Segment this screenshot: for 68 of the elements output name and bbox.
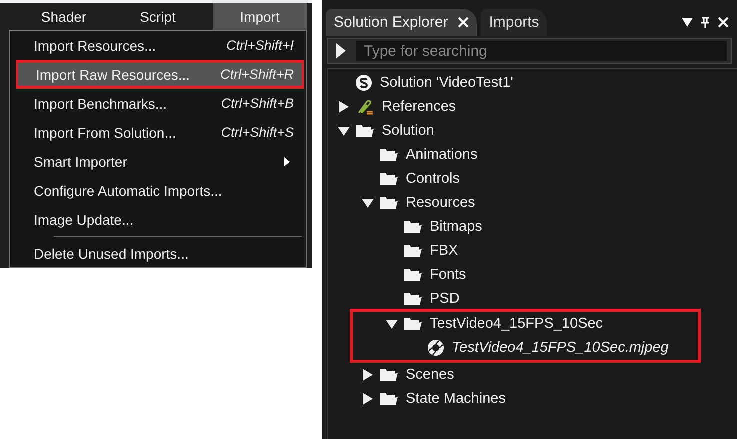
tree-item-label: PSD bbox=[430, 291, 460, 307]
tree-item-label: Controls bbox=[406, 171, 460, 187]
close-icon[interactable] bbox=[718, 16, 729, 28]
folder-icon bbox=[380, 392, 398, 406]
menu-item[interactable]: Image Update... bbox=[14, 208, 302, 231]
dropdown-icon[interactable] bbox=[682, 18, 693, 26]
search-field[interactable]: Type for searching bbox=[356, 41, 727, 61]
tree-item[interactable]: Controls bbox=[328, 167, 737, 191]
tree-item-label: Animations bbox=[406, 147, 478, 163]
folder-icon bbox=[404, 220, 422, 234]
tree-item[interactable]: FBX bbox=[328, 239, 737, 263]
pin-icon[interactable] bbox=[701, 16, 710, 28]
tree-item-label: Solution bbox=[382, 123, 434, 139]
menu-item[interactable]: Configure Automatic Imports... bbox=[14, 179, 302, 202]
menu-item[interactable]: Import Benchmarks... Ctrl+Shift+B bbox=[14, 92, 302, 115]
folder-icon bbox=[380, 172, 398, 186]
panel-tab[interactable]: Imports bbox=[481, 9, 548, 36]
tree-item-label: TestVideo4_15FPS_10Sec.mjpeg bbox=[452, 340, 669, 356]
tree-item[interactable]: Resources bbox=[328, 191, 737, 215]
paperclip-icon bbox=[356, 98, 374, 116]
tree-item[interactable]: Scenes bbox=[328, 363, 737, 387]
tree-item[interactable]: Fonts bbox=[328, 263, 737, 287]
folder-icon bbox=[404, 244, 422, 258]
tree-item[interactable]: State Machines bbox=[328, 387, 737, 411]
folder-icon bbox=[380, 196, 398, 210]
aperture-icon bbox=[428, 340, 444, 356]
menu-bar-item[interactable]: Script bbox=[111, 3, 205, 30]
tree-item[interactable]: Animations bbox=[328, 143, 737, 167]
tree-item[interactable]: Solution 'VideoTest1' bbox=[328, 71, 737, 95]
folder-icon bbox=[404, 292, 422, 306]
close-icon[interactable] bbox=[458, 17, 470, 28]
tree-item[interactable]: TestVideo4_15FPS_10Sec.mjpeg bbox=[328, 336, 698, 360]
expander-icon[interactable] bbox=[362, 197, 374, 209]
expander-icon[interactable] bbox=[386, 318, 398, 330]
tree-item-label: References bbox=[382, 99, 456, 115]
tree-item-label: State Machines bbox=[406, 391, 506, 407]
tree-item[interactable]: PSD bbox=[328, 287, 737, 311]
folder-icon bbox=[356, 124, 374, 138]
s-circle-icon bbox=[356, 75, 372, 91]
tree-item-label: Solution 'VideoTest1' bbox=[380, 75, 514, 91]
tree-item-label: TestVideo4_15FPS_10Sec bbox=[430, 316, 604, 332]
tree-item[interactable]: Solution bbox=[328, 119, 737, 143]
expander-icon[interactable] bbox=[362, 369, 374, 381]
tree-item[interactable]: References bbox=[328, 95, 737, 119]
tree-item-label: Resources bbox=[406, 195, 476, 211]
tree-item-label: Bitmaps bbox=[430, 219, 482, 235]
expander-icon[interactable] bbox=[338, 101, 350, 113]
expand-arrow-icon[interactable] bbox=[336, 43, 346, 59]
tree-item[interactable]: Bitmaps bbox=[328, 215, 737, 239]
panel-tab[interactable]: Solution Explorer bbox=[326, 9, 478, 36]
menu-item[interactable]: Smart Importer bbox=[14, 150, 302, 173]
menu-item[interactable]: Delete Unused Imports... bbox=[14, 242, 302, 265]
menu-item[interactable]: Import From Solution... Ctrl+Shift+S bbox=[14, 121, 302, 144]
folder-icon bbox=[404, 317, 422, 331]
expander-icon[interactable] bbox=[338, 125, 350, 137]
menu-item[interactable]: Import Resources... Ctrl+Shift+I bbox=[14, 34, 302, 57]
tree-item-label: Fonts bbox=[430, 267, 466, 283]
submenu-arrow-icon bbox=[284, 156, 290, 166]
folder-icon bbox=[380, 148, 398, 162]
tree-item-label: Scenes bbox=[406, 367, 454, 383]
menu-item[interactable]: Import Raw Resources... Ctrl+Shift+R bbox=[18, 63, 302, 86]
expander-icon[interactable] bbox=[362, 393, 374, 405]
folder-icon bbox=[380, 368, 398, 382]
menu-bar-item[interactable]: Shader bbox=[17, 3, 111, 30]
menu-bar-item[interactable]: Import bbox=[213, 3, 307, 30]
folder-icon bbox=[404, 268, 422, 282]
tree-item-label: FBX bbox=[430, 243, 458, 259]
tree-item[interactable]: TestVideo4_15FPS_10Sec bbox=[328, 312, 698, 336]
